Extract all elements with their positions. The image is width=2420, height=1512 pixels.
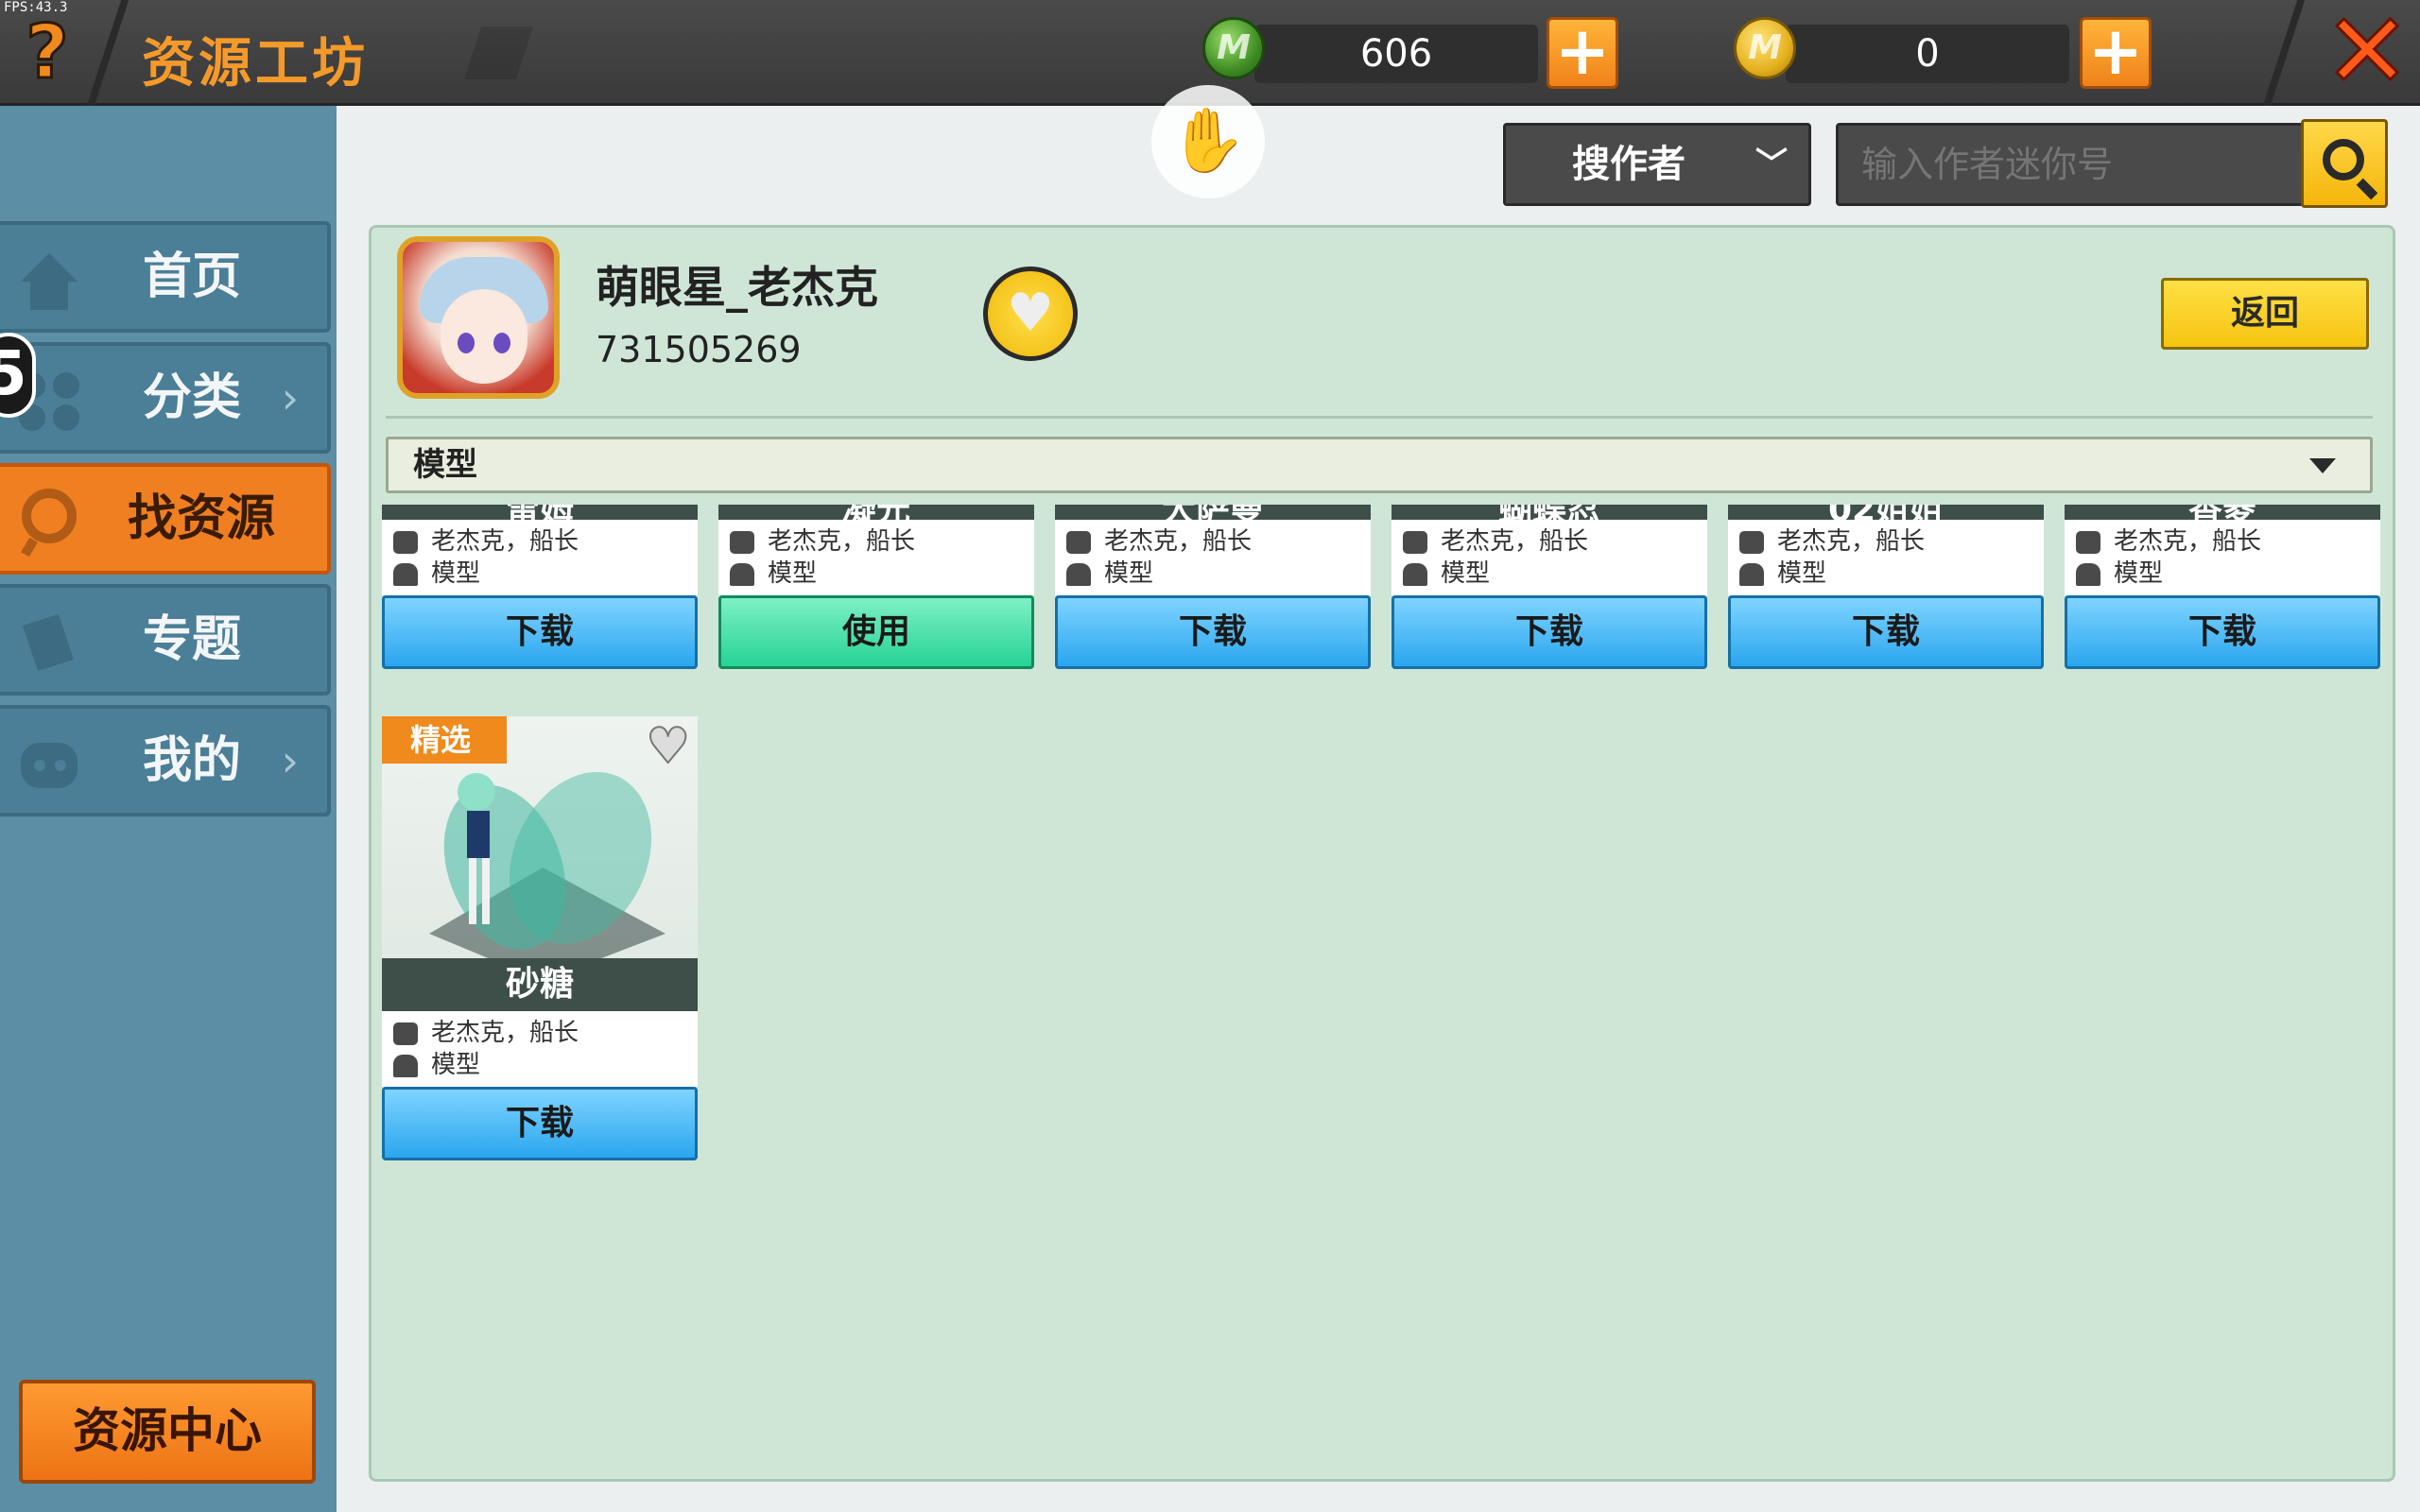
card-info: 老杰克，船长 模型 <box>718 520 1034 595</box>
card-title: 砂糖 <box>382 958 698 1011</box>
card-author: 老杰克，船长 <box>1739 525 1925 558</box>
author-icon <box>393 1022 418 1045</box>
card-author: 老杰克，船长 <box>1403 525 1588 558</box>
sidebar: 首页 分类 › 找资源 专题 我的 › <box>0 106 337 1512</box>
card-author: 老杰克，船长 <box>1066 525 1252 558</box>
follow-heart-button[interactable]: ♥ <box>983 266 1078 361</box>
type-icon <box>393 1055 418 1077</box>
avatar-eye <box>458 333 475 353</box>
header-divider <box>2262 0 2306 106</box>
sidebar-item-category[interactable]: 分类 › <box>0 342 331 454</box>
download-button[interactable]: 下载 <box>1055 595 1371 669</box>
card-info: 老杰克，船长 模型 <box>2065 520 2380 595</box>
gem-currency: M 606 + <box>1202 17 1637 89</box>
search-type-label: 搜作者 <box>1572 143 1685 186</box>
card-author: 老杰克，船长 <box>393 525 579 558</box>
header-divider <box>86 0 130 106</box>
type-icon <box>730 563 754 586</box>
chevron-right-icon: › <box>281 735 299 786</box>
card-type: 模型 <box>2076 558 2163 590</box>
card-info: 老杰克，船长 模型 <box>382 520 698 595</box>
heart-icon[interactable]: ♥ <box>645 721 691 772</box>
author-name: 萌眼星_老杰克 <box>596 262 878 313</box>
card-type: 模型 <box>393 1049 480 1081</box>
notification-badge[interactable]: 5 <box>0 333 36 418</box>
page-title: 资源工坊 <box>142 33 369 94</box>
search-icon <box>2323 139 2364 180</box>
download-button[interactable]: 下载 <box>382 595 698 669</box>
sidebar-item-find-resources[interactable]: 找资源 <box>0 463 331 575</box>
card-type: 模型 <box>1739 558 1826 590</box>
gem-icon: M <box>1202 17 1265 79</box>
header-decoration <box>463 26 586 79</box>
card-author: 老杰克，船长 <box>393 1017 579 1049</box>
search-button[interactable] <box>2301 119 2388 208</box>
coin-currency: M 0 + <box>1734 17 2169 89</box>
resource-center-button[interactable]: 资源中心 <box>19 1380 316 1484</box>
author-avatar[interactable] <box>397 236 560 399</box>
sidebar-item-label: 我的 <box>142 732 241 789</box>
search-type-select[interactable]: 搜作者 ﹀ <box>1503 123 1811 206</box>
download-button[interactable]: 下载 <box>382 1087 698 1160</box>
sidebar-item-home[interactable]: 首页 <box>0 221 331 333</box>
card-type: 模型 <box>1066 558 1153 590</box>
author-icon <box>730 531 754 554</box>
divider <box>386 416 2373 419</box>
type-icon <box>1403 563 1427 586</box>
author-icon <box>1403 531 1427 554</box>
coin-icon: M <box>1734 17 1796 79</box>
author-id: 731505269 <box>596 329 802 370</box>
add-gems-button[interactable]: + <box>1547 17 1618 89</box>
author-icon <box>393 531 418 554</box>
card-info: 老杰克，船长 模型 <box>1055 520 1371 595</box>
download-button[interactable]: 下载 <box>2065 595 2380 669</box>
download-button[interactable]: 下载 <box>1392 595 1707 669</box>
featured-tag: 精选 <box>382 716 507 764</box>
type-icon <box>1739 563 1764 586</box>
gem-value: 606 <box>1359 32 1433 76</box>
type-icon <box>393 563 418 586</box>
card-author: 老杰克，船长 <box>2076 525 2261 558</box>
card-info: 老杰克，船长 模型 <box>382 1011 698 1087</box>
author-icon <box>2076 531 2100 554</box>
card-info: 老杰克，船长 模型 <box>1392 520 1707 595</box>
sidebar-item-label: 专题 <box>142 611 241 668</box>
filter-label: 模型 <box>413 446 477 484</box>
author-icon <box>1066 531 1091 554</box>
close-button[interactable]: ✕ <box>2323 0 2412 105</box>
search-input[interactable] <box>1836 123 2308 206</box>
sidebar-item-topics[interactable]: 专题 <box>0 584 331 696</box>
chevron-down-icon: ﹀ <box>1755 146 1788 183</box>
avatar-eye <box>493 333 510 353</box>
card-author: 老杰克，船长 <box>730 525 915 558</box>
help-button[interactable]: ? <box>17 15 78 92</box>
use-button[interactable]: 使用 <box>718 595 1034 669</box>
card-type: 模型 <box>1403 558 1490 590</box>
card-type: 模型 <box>393 558 480 590</box>
hand-pointer-icon[interactable]: ✋ <box>1151 85 1265 198</box>
type-filter-select[interactable]: 模型 <box>386 437 2373 493</box>
sidebar-item-label: 分类 <box>142 369 241 426</box>
card-info: 老杰克，船长 模型 <box>1728 520 2044 595</box>
add-coins-button[interactable]: + <box>2080 17 2152 89</box>
sidebar-item-label: 找资源 <box>127 490 275 547</box>
author-icon <box>1739 531 1764 554</box>
type-icon <box>1066 563 1091 586</box>
back-button[interactable]: 返回 <box>2161 278 2369 350</box>
download-button[interactable]: 下载 <box>1728 595 2044 669</box>
card-type: 模型 <box>730 558 817 590</box>
caret-down-icon <box>2309 458 2336 473</box>
sidebar-item-mine[interactable]: 我的 › <box>0 705 331 816</box>
coin-value: 0 <box>1915 32 1940 76</box>
model-preview-image <box>429 771 666 971</box>
resource-grid: 雷姆 老杰克，船长 模型 下载 凝光 老杰克，船长 模型 使用 大萨曼 老杰克，… <box>376 505 2386 1478</box>
type-icon <box>2076 563 2100 586</box>
sidebar-item-label: 首页 <box>142 249 241 305</box>
avatar-face <box>441 289 527 384</box>
chevron-right-icon: › <box>281 372 299 423</box>
